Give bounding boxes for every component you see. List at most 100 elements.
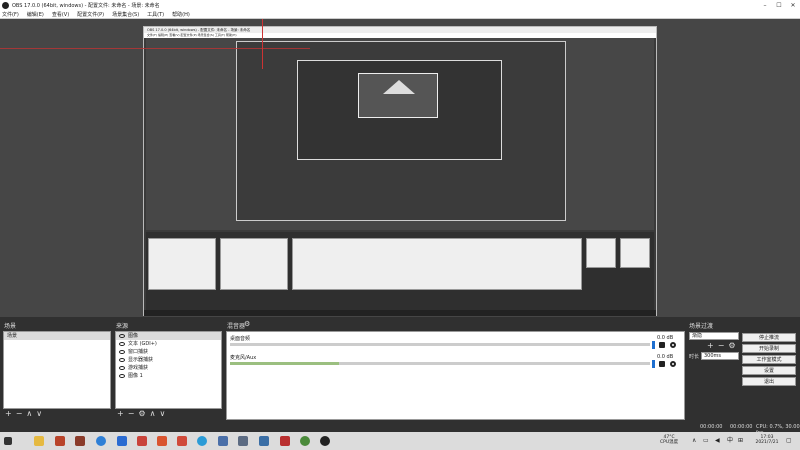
- start-record-button[interactable]: 开始录制: [742, 344, 796, 353]
- blue-indicator: [652, 360, 655, 368]
- channel-db: 0.0 dB: [657, 354, 674, 360]
- nested-preview-2: [297, 60, 502, 160]
- app-icon[interactable]: [177, 436, 187, 446]
- scene-item[interactable]: 场景: [4, 332, 110, 340]
- duration-input[interactable]: 300ms: [701, 352, 739, 360]
- sources-list[interactable]: 图像 文本 (GDI+) 窗口捕获 显示器捕获 游戏捕获 图像 1: [115, 331, 222, 409]
- move-up-icon[interactable]: ∧: [26, 409, 32, 418]
- scenes-toolbar: + − ∧ ∨: [5, 409, 42, 418]
- bluetooth-icon[interactable]: [117, 436, 127, 446]
- channel-db: 0.0 dB: [657, 335, 674, 341]
- app-icon[interactable]: [238, 436, 248, 446]
- mixer-panel: 桌面音频 0.0 dB 麦克风/Aux 0.0 dB: [226, 331, 685, 420]
- tray-chevron-icon[interactable]: ∧: [692, 438, 696, 444]
- add-source-icon[interactable]: +: [117, 409, 124, 418]
- menu-edit[interactable]: 编辑(E): [27, 11, 44, 18]
- channel-settings-icon[interactable]: [670, 342, 676, 348]
- status-bar: 00:00:00 00:00:00 CPU: 0.7%, 30.00 fps: [0, 422, 800, 436]
- source-item[interactable]: 显示器捕获: [116, 356, 221, 364]
- nested-taskbar: [144, 310, 656, 316]
- obs-logo-icon: [2, 1, 9, 9]
- app-icon[interactable]: [218, 436, 228, 446]
- preview-canvas[interactable]: OBS 17.0.0 (64bit, windows) - 配置文件: 未命名 …: [0, 19, 800, 317]
- source-item[interactable]: 游戏捕获: [116, 364, 221, 372]
- live-time: 00:00:00: [700, 424, 723, 430]
- transition-select[interactable]: 渐隐: [689, 332, 739, 340]
- eye-icon[interactable]: [119, 333, 125, 338]
- menu-view[interactable]: 查看(V): [52, 11, 69, 18]
- app-icon[interactable]: [280, 436, 290, 446]
- taskbar: 47°C CPU温度 ∧ ▭ ◀ 中 ⊞ 17:03 2021/7/21 ▢: [0, 432, 800, 450]
- sources-title: 来源: [116, 323, 129, 330]
- dock-area: 场景 场景 + − ∧ ∨ 来源 图像 文本 (GDI+) 窗口捕获 显示器捕获…: [0, 317, 800, 422]
- notification-icon[interactable]: ▢: [786, 438, 792, 444]
- file-explorer-icon[interactable]: [34, 436, 44, 446]
- eye-icon[interactable]: [119, 373, 125, 378]
- speaker-icon[interactable]: [659, 361, 665, 367]
- app-icon[interactable]: [75, 436, 85, 446]
- scenes-list[interactable]: 场景: [3, 331, 111, 409]
- eye-icon[interactable]: [119, 349, 125, 354]
- studio-mode-button[interactable]: 工作室模式: [742, 355, 796, 364]
- move-down-icon[interactable]: ∨: [36, 409, 42, 418]
- source-item[interactable]: 文本 (GDI+): [116, 340, 221, 348]
- browser-icon[interactable]: [96, 436, 106, 446]
- speaker-icon[interactable]: [659, 342, 665, 348]
- mixer-title: 混音器: [227, 323, 246, 330]
- add-scene-icon[interactable]: +: [5, 409, 12, 418]
- eye-icon[interactable]: [119, 365, 125, 370]
- app-icon[interactable]: [55, 436, 65, 446]
- menu-scene-collection[interactable]: 场景集合(S): [112, 11, 139, 18]
- menu-file[interactable]: 文件(F): [2, 11, 19, 18]
- volume-slider[interactable]: [230, 343, 650, 346]
- edge-icon[interactable]: [197, 436, 207, 446]
- blue-indicator: [652, 341, 655, 349]
- maximize-icon[interactable]: ☐: [772, 2, 786, 9]
- channel-settings-icon[interactable]: [670, 361, 676, 367]
- nested-canvas: [146, 38, 654, 230]
- move-up-icon[interactable]: ∧: [150, 409, 156, 418]
- channel-name: 桌面音频: [230, 336, 251, 342]
- nested-scenes: [148, 238, 216, 290]
- stop-stream-button[interactable]: 停止推流: [742, 333, 796, 342]
- remove-transition-icon[interactable]: −: [718, 341, 725, 350]
- temp-label: CPU温度: [660, 440, 679, 445]
- ime-icon[interactable]: ⊞: [738, 438, 743, 444]
- move-down-icon[interactable]: ∨: [159, 409, 165, 418]
- remove-source-icon[interactable]: −: [128, 409, 135, 418]
- chrome-icon[interactable]: [300, 436, 310, 446]
- minimize-icon[interactable]: –: [758, 2, 772, 9]
- menu-profile[interactable]: 配置文件(P): [77, 11, 104, 18]
- ime-indicator[interactable]: 中: [727, 438, 733, 444]
- close-icon[interactable]: ✕: [786, 2, 800, 9]
- eye-icon[interactable]: [119, 357, 125, 362]
- volume-slider[interactable]: [230, 362, 650, 365]
- exit-button[interactable]: 退出: [742, 377, 796, 386]
- transition-toolbar: + − ⚙: [707, 341, 736, 350]
- settings-button[interactable]: 设置: [742, 366, 796, 375]
- menu-tools[interactable]: 工具(T): [147, 11, 164, 18]
- source-item[interactable]: 窗口捕获: [116, 348, 221, 356]
- source-item[interactable]: 图像 1: [116, 372, 221, 380]
- transition-settings-icon[interactable]: ⚙: [728, 341, 735, 350]
- rec-time: 00:00:00: [730, 424, 753, 430]
- mixer-settings-icon[interactable]: ⚙: [244, 320, 250, 328]
- app-icon[interactable]: [137, 436, 147, 446]
- check-app-icon[interactable]: [259, 436, 269, 446]
- clock[interactable]: 17:03 2021/7/21: [752, 435, 782, 445]
- recursion-triangle: [383, 80, 415, 94]
- obs-taskbar-icon[interactable]: [320, 436, 330, 446]
- network-icon[interactable]: ▭: [703, 438, 709, 444]
- windows-start-icon[interactable]: [4, 437, 12, 445]
- app-icon[interactable]: [157, 436, 167, 446]
- remove-scene-icon[interactable]: −: [16, 409, 23, 418]
- eye-icon[interactable]: [119, 341, 125, 346]
- source-item[interactable]: 图像: [116, 332, 221, 340]
- volume-icon[interactable]: ◀: [715, 438, 720, 444]
- menu-help[interactable]: 帮助(H): [172, 11, 190, 18]
- window-title: OBS 17.0.0 (64bit, windows) - 配置文件: 未命名 …: [12, 2, 160, 9]
- nested-preview-1: [236, 41, 566, 221]
- nested-docks: [146, 232, 654, 310]
- add-transition-icon[interactable]: +: [707, 341, 714, 350]
- source-settings-icon[interactable]: ⚙: [138, 409, 145, 418]
